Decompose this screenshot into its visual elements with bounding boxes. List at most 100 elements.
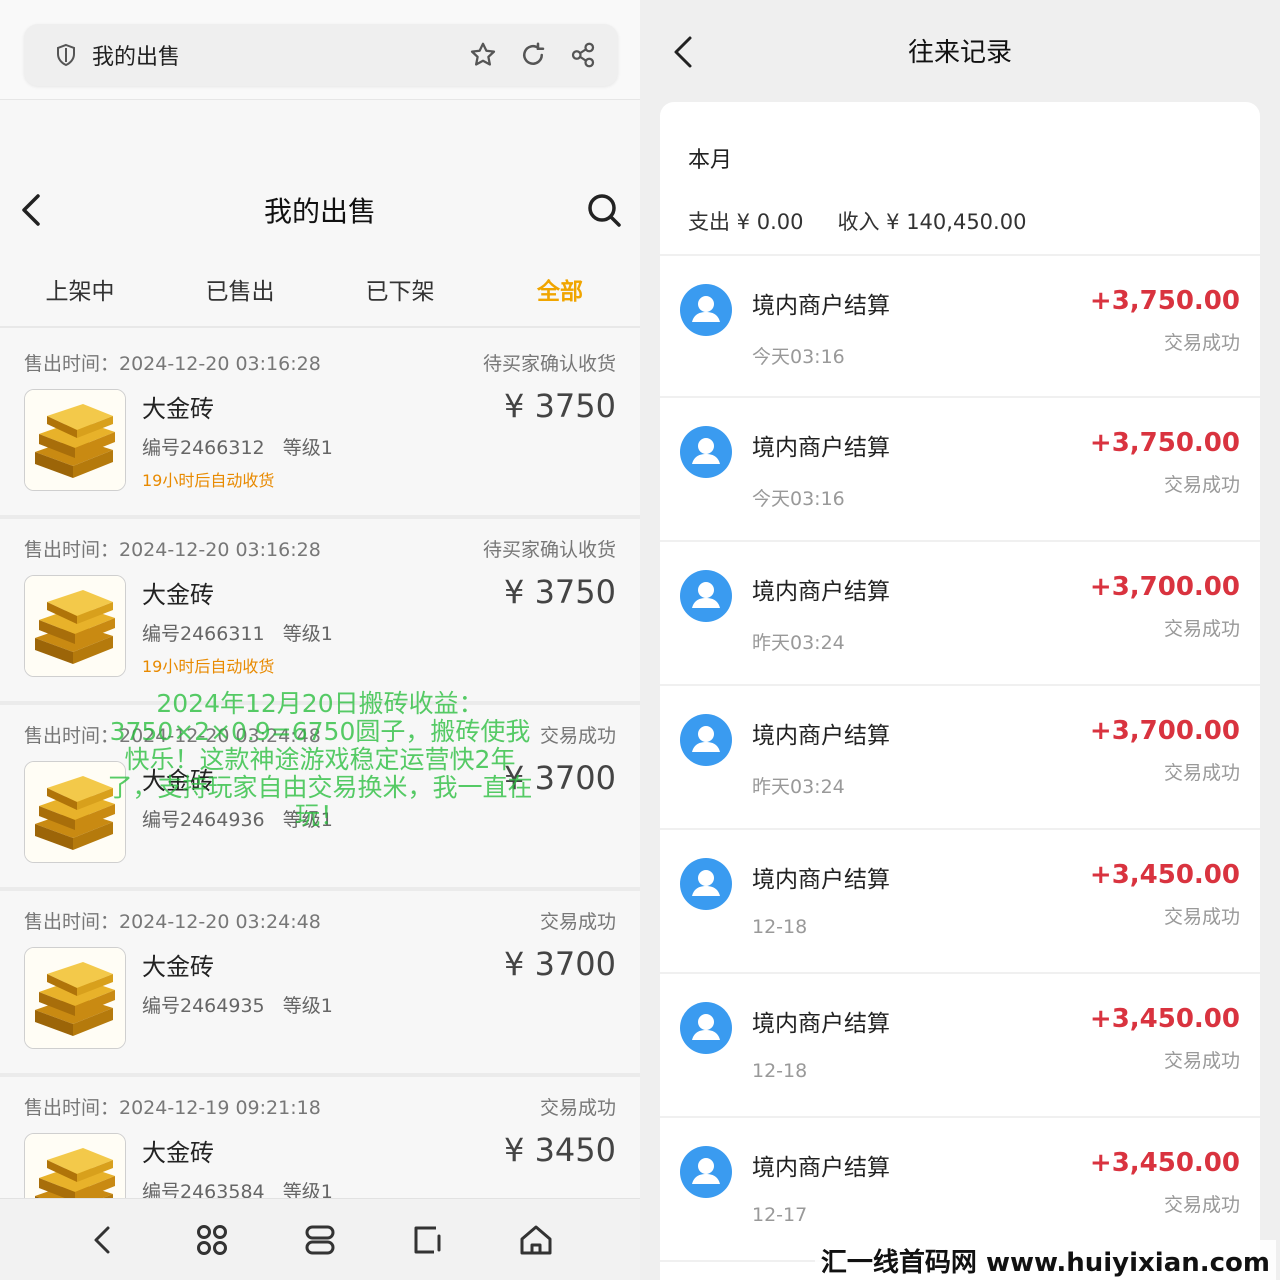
- record-status: 交易成功: [1163, 618, 1240, 640]
- gold-brick-thumbnail: [24, 947, 126, 1049]
- star-icon[interactable]: [468, 40, 498, 70]
- record-name: 境内商户结算: [752, 723, 890, 749]
- auto-receive-note: 19小时后自动收货: [142, 657, 275, 676]
- record-amount: +3,750.00: [1089, 286, 1240, 316]
- gold-brick-thumbnail: [24, 389, 126, 491]
- site-watermark: 汇一线首码网 www.huiyixian.com: [814, 1240, 1276, 1280]
- auto-receive-note: 19小时后自动收货: [142, 471, 275, 490]
- user-avatar-icon: [680, 714, 732, 766]
- address-bar[interactable]: 我的出售: [24, 24, 618, 86]
- records-title: 往来记录: [907, 38, 1012, 68]
- search-icon[interactable]: [584, 190, 624, 230]
- order-status: 交易成功: [539, 1097, 616, 1119]
- record-status: 交易成功: [1163, 1194, 1240, 1216]
- order-status: 待买家确认收货: [482, 353, 616, 375]
- record-amount: +3,450.00: [1089, 1148, 1240, 1178]
- refresh-icon[interactable]: [518, 40, 548, 70]
- home-icon[interactable]: [516, 1220, 556, 1260]
- order-meta: 编号2466311 等级1: [142, 619, 333, 646]
- order-item-name: 大金砖: [142, 953, 214, 981]
- record-status: 交易成功: [1163, 762, 1240, 784]
- record-date: 今天03:16: [752, 488, 845, 510]
- income-total: 收入 ¥ 140,450.00: [837, 210, 1027, 234]
- back-icon[interactable]: [84, 1220, 124, 1260]
- order-status: 交易成功: [539, 725, 616, 747]
- record-name: 境内商户结算: [752, 1011, 890, 1037]
- order-item-name: 大金砖: [142, 581, 214, 609]
- record-status: 交易成功: [1163, 474, 1240, 496]
- user-avatar-icon: [680, 570, 732, 622]
- record-row[interactable]: 境内商户结算 12-18 +3,450.00 交易成功: [660, 830, 1260, 974]
- order-id: 编号2466312: [142, 437, 265, 459]
- record-row[interactable]: 境内商户结算 昨天03:24 +3,700.00 交易成功: [660, 686, 1260, 830]
- page-title: 我的出售: [263, 195, 376, 228]
- gold-brick-icon: [25, 576, 125, 676]
- record-status: 交易成功: [1163, 1050, 1240, 1072]
- edit-icon[interactable]: [408, 1220, 448, 1260]
- record-row[interactable]: 境内商户结算 今天03:16 +3,750.00 交易成功: [660, 254, 1260, 398]
- record-amount: +3,700.00: [1089, 572, 1240, 602]
- order-price: ¥ 3450: [504, 1131, 616, 1169]
- browser-bar: 我的出售: [0, 0, 640, 100]
- order-status: 交易成功: [539, 911, 616, 933]
- records-card: 本月 支出 ¥ 0.00 收入 ¥ 140,450.00 境内商户结算 今天03…: [660, 102, 1260, 1280]
- filter-tabs: 上架中 已售出 已下架 全部: [0, 262, 640, 328]
- record-amount: +3,700.00: [1089, 716, 1240, 746]
- record-name: 境内商户结算: [752, 867, 890, 893]
- expense-total: 支出 ¥ 0.00: [688, 210, 804, 234]
- order-meta: 编号2466312 等级1: [142, 433, 333, 460]
- record-amount: +3,450.00: [1089, 1004, 1240, 1034]
- tab-all[interactable]: 全部: [480, 262, 640, 326]
- record-status: 交易成功: [1163, 906, 1240, 928]
- record-row[interactable]: 境内商户结算 昨天03:24 +3,700.00 交易成功: [660, 542, 1260, 686]
- record-date: 12-18: [752, 1060, 808, 1082]
- order-price: ¥ 3700: [504, 945, 616, 983]
- browser-bottom-nav: [0, 1198, 640, 1280]
- order-item[interactable]: 售出时间：2024-12-20 03:16:28 待买家确认收货 大金砖 ¥ 3…: [0, 333, 640, 519]
- record-row[interactable]: 境内商户结算 今天03:16 +3,750.00 交易成功: [660, 398, 1260, 542]
- record-name: 境内商户结算: [752, 579, 890, 605]
- tab-sold[interactable]: 已售出: [160, 262, 320, 326]
- record-name: 境内商户结算: [752, 293, 890, 319]
- record-status: 交易成功: [1163, 332, 1240, 354]
- order-sold-time: 售出时间：2024-12-19 09:21:18: [24, 1097, 321, 1119]
- record-date: 12-17: [752, 1204, 808, 1226]
- order-level: 等级1: [282, 437, 333, 459]
- record-row[interactable]: 境内商户结算 12-18 +3,450.00 交易成功: [660, 974, 1260, 1118]
- user-avatar-icon: [680, 1146, 732, 1198]
- order-sold-time: 售出时间：2024-12-20 03:16:28: [24, 353, 321, 375]
- record-list: 境内商户结算 今天03:16 +3,750.00 交易成功 境内商户结算 今天0…: [660, 254, 1260, 1262]
- order-price: ¥ 3750: [504, 387, 616, 425]
- tabs-icon[interactable]: [300, 1220, 340, 1260]
- month-label: 本月: [688, 148, 733, 173]
- gold-brick-icon: [25, 948, 125, 1048]
- earnings-overlay-caption: 2024年12月20日搬砖收益：3750×2×0.9=6750圆子，搬砖使我快乐…: [107, 689, 533, 830]
- my-sales-panel: 我的出售 我的出售 上架中 已售出 已下架 全部 售出时间：2024-12-20…: [0, 0, 640, 1280]
- record-amount: +3,450.00: [1089, 860, 1240, 890]
- record-date: 昨天03:24: [752, 776, 845, 798]
- transaction-records-panel: 往来记录 本月 支出 ¥ 0.00 收入 ¥ 140,450.00 境内商户结算…: [640, 0, 1280, 1280]
- apps-icon[interactable]: [192, 1220, 232, 1260]
- month-summary: 支出 ¥ 0.00 收入 ¥ 140,450.00: [688, 206, 1060, 236]
- address-bar-title: 我的出售: [92, 45, 181, 70]
- order-item-name: 大金砖: [142, 395, 214, 423]
- user-avatar-icon: [680, 858, 732, 910]
- share-icon[interactable]: [568, 40, 598, 70]
- order-sold-time: 售出时间：2024-12-20 03:16:28: [24, 539, 321, 561]
- order-meta: 编号2464935 等级1: [142, 991, 333, 1018]
- app-header: 我的出售: [0, 170, 640, 250]
- order-sold-time: 售出时间：2024-12-20 03:24:48: [24, 911, 321, 933]
- order-item[interactable]: 售出时间：2024-12-20 03:24:48 交易成功 大金砖 ¥ 3700…: [0, 891, 640, 1077]
- user-avatar-icon: [680, 426, 732, 478]
- order-level: 等级1: [282, 995, 333, 1017]
- records-header: 往来记录: [640, 0, 1280, 100]
- record-amount: +3,750.00: [1089, 428, 1240, 458]
- user-avatar-icon: [680, 1002, 732, 1054]
- screenshot-root: 我的出售 我的出售 上架中 已售出 已下架 全部 售出时间：2024-12-20…: [0, 0, 1280, 1280]
- tab-delisted[interactable]: 已下架: [320, 262, 480, 326]
- record-date: 昨天03:24: [752, 632, 845, 654]
- order-item[interactable]: 售出时间：2024-12-20 03:16:28 待买家确认收货 大金砖 ¥ 3…: [0, 519, 640, 705]
- order-level: 等级1: [282, 623, 333, 645]
- tab-listed[interactable]: 上架中: [0, 262, 160, 326]
- order-item-name: 大金砖: [142, 1139, 214, 1167]
